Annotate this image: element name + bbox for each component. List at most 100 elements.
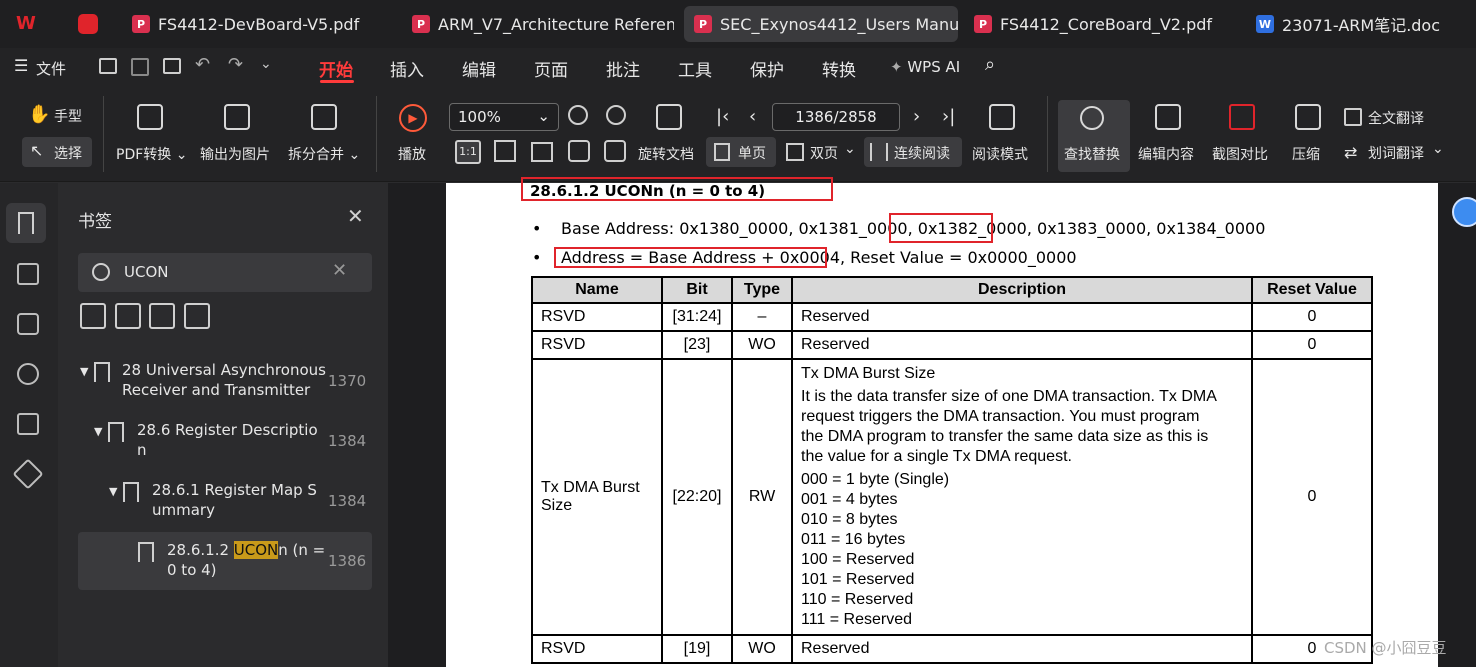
first-page-icon[interactable]: |‹	[716, 106, 729, 127]
home-tab-icon[interactable]	[78, 14, 98, 34]
search-icon[interactable]: ⌕	[985, 54, 995, 75]
expand-all-icon[interactable]	[80, 303, 106, 329]
wps-ai-button[interactable]: ✦ WPS AI	[890, 58, 960, 76]
caret-down-icon[interactable]: ▼	[80, 362, 88, 382]
chevron-down-icon: ⌄	[175, 147, 188, 163]
fit-width-icon[interactable]	[531, 142, 553, 162]
zoom-select[interactable]: 100% ⌄	[449, 103, 559, 131]
menu-protect[interactable]: 保护	[750, 56, 784, 81]
tab-fs4412-coreboard[interactable]: P FS4412_CoreBoard_V2.pdf	[964, 6, 1236, 42]
hand-tool[interactable]: ✋ 手型	[28, 104, 90, 128]
signature-icon[interactable]	[17, 413, 39, 435]
export-image-button[interactable]: 输出为图片	[200, 144, 270, 164]
bookmark-item[interactable]: ▼ 28.6 Register Descriptio n 1384	[78, 418, 372, 468]
find-replace-button[interactable]: 查找替换	[1058, 100, 1130, 172]
tab-label: FS4412-DevBoard-V5.pdf	[158, 14, 360, 34]
undo-icon[interactable]: ↶	[195, 54, 210, 75]
delete-bookmark-icon[interactable]	[184, 303, 210, 329]
read-mode-button[interactable]: 阅读模式	[972, 144, 1028, 164]
menu-annotate[interactable]: 批注	[606, 56, 640, 81]
bookmark-item-selected[interactable]: 28.6.1.2 UCONn (n = 0 to 4) 1386	[78, 532, 372, 590]
bullet-address: •	[532, 248, 542, 267]
add-bookmark-icon[interactable]	[149, 303, 175, 329]
rotate-document-button[interactable]: 旋转文档	[638, 144, 694, 164]
next-page-icon[interactable]: ›	[913, 106, 920, 127]
bookmark-item[interactable]: ▼ 28 Universal Asynchronous Receiver and…	[78, 358, 372, 408]
caret-down-icon[interactable]: ▼	[94, 422, 102, 442]
floating-assistant-icon[interactable]	[1452, 197, 1476, 227]
tab-arm-notes[interactable]: W 23071-ARM笔记.doc	[1246, 6, 1474, 42]
double-page-button[interactable]: 双页 ⌄	[784, 137, 856, 167]
menu-page[interactable]: 页面	[534, 56, 568, 81]
comment-icon[interactable]	[17, 313, 39, 335]
actual-size-icon[interactable]: 1:1	[455, 140, 481, 164]
close-icon[interactable]: ✕	[347, 204, 364, 228]
edit-content-button[interactable]: 编辑内容	[1138, 144, 1194, 164]
chevron-down-icon[interactable]: ⌄	[260, 56, 272, 72]
full-translate-button[interactable]: 全文翻译	[1344, 106, 1464, 130]
single-page-button[interactable]: 单页	[706, 137, 776, 167]
zoom-in-icon[interactable]	[606, 105, 626, 125]
compress-button[interactable]: 压缩	[1292, 144, 1320, 164]
desc-line: the value for a single Tx DMA request.	[801, 448, 1072, 465]
sidebar-title: 书签	[78, 212, 112, 232]
rotate-right-icon[interactable]	[604, 140, 626, 162]
page-number-input[interactable]: 1386/2858	[772, 103, 900, 131]
last-page-icon[interactable]: ›|	[942, 106, 955, 127]
hamburger-icon[interactable]: ☰	[14, 56, 28, 75]
label-prefix: 28.6.1.2	[167, 541, 234, 559]
layers-icon[interactable]	[12, 458, 44, 490]
split-merge-button[interactable]: 拆分合并 ⌄	[288, 144, 360, 164]
print-icon[interactable]	[163, 58, 181, 74]
tab-sec-exynos[interactable]: P SEC_Exynos4412_Users Manu	[684, 6, 958, 42]
cell-description: Tx DMA Burst Size It is the data transfe…	[791, 358, 1253, 636]
bookmark-item[interactable]: ▼ 28.6.1 Register Map S ummary 1384	[78, 478, 372, 528]
open-folder-icon[interactable]	[99, 58, 117, 74]
wps-logo-icon[interactable]: W	[16, 14, 38, 34]
cell-bit: [31:24]	[661, 302, 733, 332]
pdf-file-icon: P	[974, 15, 992, 33]
prev-page-icon[interactable]: ‹	[749, 106, 756, 127]
bookmark-label-line2: 0 to 4)	[167, 561, 217, 579]
save-icon[interactable]	[131, 58, 149, 76]
bookmark-icon	[123, 482, 139, 502]
bookmark-page: 1384	[328, 432, 367, 450]
attachment-icon[interactable]	[17, 363, 39, 385]
redo-icon[interactable]: ↷	[228, 54, 243, 75]
caret-down-icon[interactable]: ▼	[109, 482, 117, 502]
screenshot-compare-button[interactable]: 截图对比	[1212, 144, 1268, 164]
select-label: 选择	[54, 146, 82, 162]
menu-start[interactable]: 开始	[319, 56, 353, 81]
pdf-convert-button[interactable]: PDF转换 ⌄	[116, 144, 187, 164]
desc-line: 111 = Reserved	[801, 611, 913, 628]
tab-arm-v7[interactable]: P ARM_V7_Architecture Referenc	[402, 6, 674, 42]
bookmark-search-input[interactable]: UCON ✕	[78, 253, 372, 292]
bookmark-panel-button[interactable]	[6, 203, 46, 243]
bookmark-page: 1370	[328, 372, 367, 390]
menu-insert[interactable]: 插入	[390, 56, 424, 81]
clear-icon[interactable]: ✕	[332, 260, 347, 281]
rotate-left-icon[interactable]	[568, 140, 590, 162]
cell-reset: 0	[1251, 330, 1373, 360]
bookmark-page: 1386	[328, 552, 367, 570]
collapse-all-icon[interactable]	[115, 303, 141, 329]
menu-file[interactable]: 文件	[36, 58, 66, 79]
left-rail	[0, 183, 58, 667]
tab-fs4412-devboard[interactable]: P FS4412-DevBoard-V5.pdf	[122, 6, 392, 42]
annotation-box	[889, 213, 993, 243]
word-translate-button[interactable]: ⇄ 划词翻译 ⌄	[1344, 141, 1464, 165]
header-name: Name	[531, 276, 663, 304]
menu-edit[interactable]: 编辑	[462, 56, 496, 81]
thumbnail-icon[interactable]	[17, 263, 39, 285]
desc-line: 010 = 8 bytes	[801, 511, 898, 528]
cursor-arrow-icon: ↖	[30, 141, 44, 160]
play-button[interactable]: 播放	[398, 144, 426, 164]
bookmark-icon	[138, 542, 154, 562]
select-tool[interactable]: ↖ 选择	[22, 137, 92, 167]
continuous-read-button[interactable]: 连续阅读	[864, 137, 962, 167]
menu-tools[interactable]: 工具	[678, 56, 712, 81]
desc-line: Tx DMA Burst Size	[801, 365, 936, 382]
menu-convert[interactable]: 转换	[822, 56, 856, 81]
zoom-out-icon[interactable]	[568, 105, 588, 125]
fit-page-icon[interactable]	[494, 140, 516, 162]
